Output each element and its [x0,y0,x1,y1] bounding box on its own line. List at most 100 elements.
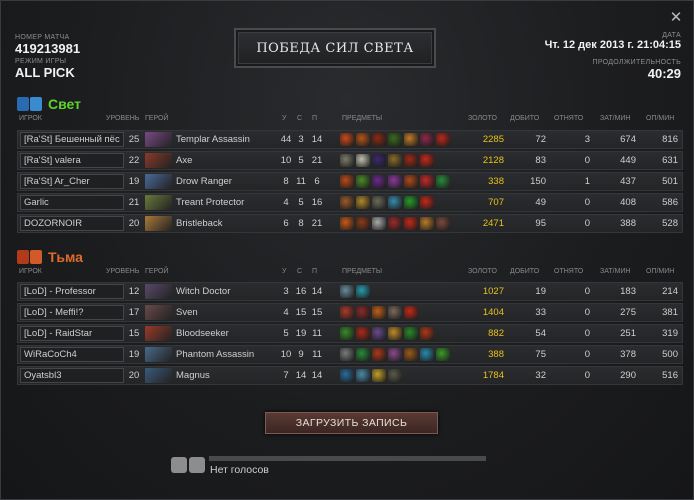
item-icon[interactable] [372,175,386,188]
item-slots [340,175,450,189]
item-icon[interactable] [388,133,402,146]
close-icon[interactable]: ✕ [669,10,683,25]
item-icon[interactable] [356,154,370,167]
player-name[interactable]: [LoD] - Professor [20,284,124,299]
item-icon[interactable] [372,327,386,340]
table-row[interactable]: [Ra'St] Бешенный пёс 25 Templar Assassin 44… [17,130,683,149]
item-icon[interactable] [388,217,402,230]
assists: 11 [312,349,322,360]
player-name[interactable]: [LoD] - Meffi!? [20,305,124,320]
item-icon[interactable] [356,175,370,188]
item-icon[interactable] [436,348,450,361]
item-icon[interactable] [372,133,386,146]
col-assists: П [312,268,318,275]
table-row[interactable]: WiRaCoCh4 19 Phantom Assassin 10 9 11 388 75 0 37… [17,345,683,364]
item-icon[interactable] [356,348,370,361]
hero-portrait-icon [145,326,172,341]
table-row[interactable]: [Ra'St] Ar_Cher 19 Drow Ranger 8 11 6 338 150 1 4… [17,172,683,191]
item-icon[interactable] [372,369,386,382]
item-icon[interactable] [356,217,370,230]
deaths: 9 [298,349,304,360]
item-icon[interactable] [356,196,370,209]
item-icon[interactable] [356,285,370,298]
player-name[interactable]: [LoD] - RaidStar [20,326,124,341]
item-icon[interactable] [404,154,418,167]
player-name[interactable]: [Ra'St] valera [20,153,124,168]
item-icon[interactable] [436,133,450,146]
table-row[interactable]: Oyatsbl3 20 Magnus 7 14 14 1784 32 0 290 516 [17,366,683,385]
item-icon[interactable] [404,327,418,340]
player-name[interactable]: DOZORNOIR [20,216,124,231]
item-icon[interactable] [356,306,370,319]
item-icon[interactable] [420,133,434,146]
item-icon[interactable] [388,327,402,340]
item-icon[interactable] [340,175,354,188]
player-name[interactable]: Garlic [20,195,124,210]
player-name[interactable]: Oyatsbl3 [20,368,124,383]
item-icon[interactable] [420,348,434,361]
thumbs-down-icon[interactable] [189,457,205,473]
col-last-hits: ДОБИТО [510,268,540,275]
table-row[interactable]: [LoD] - Professor 12 Witch Doctor 3 16 14 1027… [17,282,683,301]
denies: 0 [584,328,590,339]
table-row[interactable]: [LoD] - Meffi!? 17 Sven 4 15 15 1404 33 0 275 381 [17,303,683,322]
item-icon[interactable] [420,175,434,188]
item-icon[interactable] [388,369,402,382]
item-icon[interactable] [420,154,434,167]
col-denies: ОТНЯТО [554,115,584,122]
item-icon[interactable] [404,175,418,188]
item-slots [340,196,434,210]
radiant-header: Свет [17,96,81,112]
item-icon[interactable] [404,348,418,361]
download-replay-button[interactable]: ЗАГРУЗИТЬ ЗАПИСЬ [265,412,438,434]
item-icon[interactable] [340,196,354,209]
player-name[interactable]: [Ra'St] Ar_Cher [20,174,124,189]
radiant-name: Свет [48,96,81,112]
item-icon[interactable] [388,306,402,319]
table-row[interactable]: [Ra'St] valera 22 Axe 10 5 21 2128 83 0 449 631 [17,151,683,170]
player-name[interactable]: WiRaCoCh4 [20,347,124,362]
item-icon[interactable] [404,217,418,230]
thumbs-up-icon[interactable] [171,457,187,473]
player-name[interactable]: [Ra'St] Бешенный пёс [20,132,124,147]
item-icon[interactable] [340,285,354,298]
kills: 8 [283,176,289,187]
item-icon[interactable] [340,133,354,146]
table-row[interactable]: DOZORNOIR 20 Bristleback 6 8 21 2471 95 0 388 528 [17,214,683,233]
item-icon[interactable] [372,196,386,209]
item-icon[interactable] [372,348,386,361]
item-icon[interactable] [388,175,402,188]
item-icon[interactable] [372,306,386,319]
item-icon[interactable] [420,196,434,209]
item-icon[interactable] [356,327,370,340]
item-icon[interactable] [388,196,402,209]
item-icon[interactable] [404,133,418,146]
match-details-window: ✕ НОМЕР МАТЧА 419213981 РЕЖИМ ИГРЫ ALL P… [0,0,694,500]
item-icon[interactable] [388,348,402,361]
gold-per-min: 290 [620,370,636,381]
item-icon[interactable] [436,175,450,188]
table-row[interactable]: [LoD] - RaidStar 15 Bloodseeker 5 19 11 882 54 0… [17,324,683,343]
hero-name: Treant Protector [176,197,245,208]
item-icon[interactable] [340,306,354,319]
item-icon[interactable] [372,154,386,167]
item-icon[interactable] [404,306,418,319]
item-icon[interactable] [340,369,354,382]
item-icon[interactable] [436,217,450,230]
vote-controls [171,457,205,473]
item-icon[interactable] [420,217,434,230]
item-icon[interactable] [388,154,402,167]
item-icon[interactable] [372,217,386,230]
last-hits: 33 [535,307,546,318]
item-icon[interactable] [340,327,354,340]
col-deaths: С [297,268,303,275]
table-row[interactable]: Garlic 21 Treant Protector 4 5 16 707 49 0 408 586 [17,193,683,212]
assists: 14 [311,134,323,145]
item-icon[interactable] [356,133,370,146]
item-icon[interactable] [356,369,370,382]
item-icon[interactable] [340,154,354,167]
item-icon[interactable] [404,196,418,209]
item-icon[interactable] [420,327,434,340]
item-icon[interactable] [340,348,354,361]
item-icon[interactable] [340,217,354,230]
